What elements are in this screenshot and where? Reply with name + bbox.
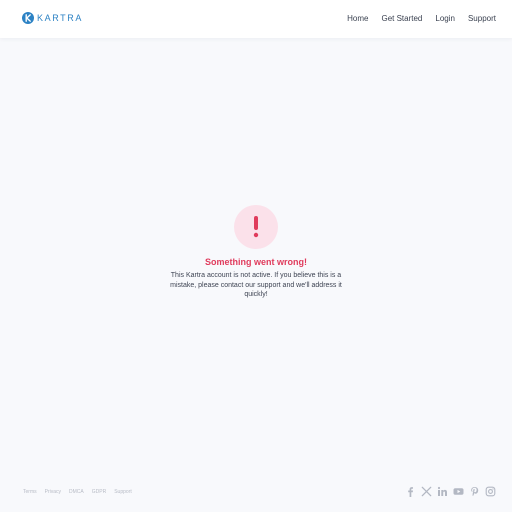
instagram-icon[interactable] (485, 486, 496, 497)
error-panel: Something went wrong! This Kartra accoun… (0, 205, 512, 300)
linkedin-icon[interactable] (437, 486, 448, 497)
error-title: Something went wrong! (205, 257, 307, 267)
site-header: KARTRA Home Get Started Login Support (0, 0, 512, 38)
footer-link-gdpr[interactable]: GDPR (92, 489, 106, 495)
footer-link-terms[interactable]: Terms (23, 489, 37, 495)
nav-login[interactable]: Login (435, 14, 455, 24)
social-links (405, 486, 496, 497)
footer-link-dmca[interactable]: DMCA (69, 489, 84, 495)
footer-links: Terms Privacy DMCA GDPR Support (23, 489, 132, 495)
exclamation-icon (253, 216, 259, 238)
footer-link-support[interactable]: Support (114, 489, 132, 495)
kartra-logo-icon (22, 12, 34, 24)
x-icon[interactable] (421, 486, 432, 497)
pinterest-icon[interactable] (469, 486, 480, 497)
nav-home[interactable]: Home (347, 14, 368, 24)
page: KARTRA Home Get Started Login Support So… (0, 0, 512, 512)
footer-link-privacy[interactable]: Privacy (45, 489, 61, 495)
kartra-logo[interactable]: KARTRA (22, 12, 83, 24)
logo-text: KARTRA (37, 13, 83, 23)
error-message: This Kartra account is not active. If yo… (170, 272, 342, 298)
nav-support[interactable]: Support (468, 14, 496, 24)
youtube-icon[interactable] (453, 486, 464, 497)
error-badge (234, 205, 278, 249)
facebook-icon[interactable] (405, 486, 416, 497)
nav-get-started[interactable]: Get Started (381, 14, 422, 24)
main-nav: Home Get Started Login Support (347, 14, 496, 24)
